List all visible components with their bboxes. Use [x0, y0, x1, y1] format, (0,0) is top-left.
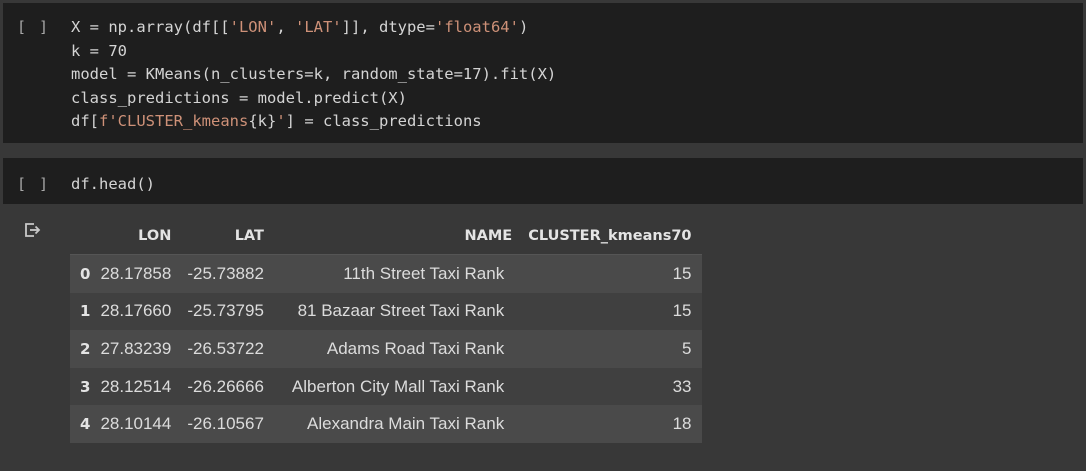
cell-lon: 27.83239 [96, 330, 180, 368]
cell-lat: -26.10567 [179, 405, 272, 443]
column-header-lon: LON [96, 218, 180, 255]
table-header-row: LON LAT NAME CLUSTER_kmeans70 [70, 218, 702, 255]
column-header-name: NAME [271, 218, 521, 255]
table-row: 1 28.17660 -25.73795 81 Bazaar Street Ta… [70, 292, 702, 331]
run-cell-button[interactable]: [ ] [17, 18, 50, 36]
notebook: [ ] X = np.array(df[['LON', 'LAT']], dty… [0, 0, 1086, 471]
cell-name: 81 Bazaar Street Taxi Rank [271, 292, 521, 331]
table-row: 0 28.17858 -25.73882 11th Street Taxi Ra… [70, 254, 702, 293]
column-header-cluster: CLUSTER_kmeans70 [520, 218, 702, 255]
cell-cluster: 18 [520, 405, 702, 443]
cell-name: Adams Road Taxi Rank [271, 330, 521, 368]
code-editor[interactable]: X = np.array(df[['LON', 'LAT']], dtype='… [71, 16, 556, 134]
cell-cluster: 15 [520, 292, 702, 331]
column-header-lat: LAT [179, 218, 272, 255]
cell-cluster: 33 [520, 367, 702, 406]
table-row: 4 28.10144 -26.10567 Alexandra Main Taxi… [70, 405, 702, 443]
row-index: 0 [70, 254, 97, 293]
code-line-4: class_predictions = model.predict(X) [71, 88, 407, 107]
cell-lon: 28.10144 [96, 405, 180, 443]
dataframe-table: LON LAT NAME CLUSTER_kmeans70 0 28.17858… [70, 218, 702, 443]
cell-output: LON LAT NAME CLUSTER_kmeans70 0 28.17858… [0, 206, 1086, 471]
row-index: 4 [70, 405, 97, 443]
code-editor[interactable]: df.head() [71, 173, 155, 197]
cell-lat: -26.53722 [179, 330, 272, 368]
table-row: 2 27.83239 -26.53722 Adams Road Taxi Ran… [70, 330, 702, 368]
output-arrow-icon[interactable] [22, 220, 42, 240]
run-cell-button[interactable]: [ ] [17, 175, 50, 193]
code-line-1: df.head() [71, 175, 155, 193]
code-cell-2[interactable]: [ ] df.head() [3, 158, 1083, 204]
cell-name: Alexandra Main Taxi Rank [271, 405, 521, 443]
column-header-index [70, 218, 97, 255]
cell-lat: -25.73882 [179, 254, 272, 293]
cell-lon: 28.17858 [96, 254, 180, 293]
cell-lon: 28.17660 [96, 292, 180, 331]
code-cell-1[interactable]: [ ] X = np.array(df[['LON', 'LAT']], dty… [3, 3, 1083, 143]
cell-lat: -26.26666 [179, 367, 272, 406]
row-index: 3 [70, 367, 97, 406]
cell-lon: 28.12514 [96, 367, 180, 406]
code-line-1: X = np.array(df[['LON', 'LAT']], dtype='… [71, 18, 529, 36]
cell-name: 11th Street Taxi Rank [271, 254, 521, 293]
row-index: 1 [70, 292, 97, 331]
code-line-3: model = KMeans(n_clusters=k, random_stat… [71, 65, 557, 83]
table-row: 3 28.12514 -26.26666 Alberton City Mall … [70, 367, 702, 406]
cell-lat: -25.73795 [179, 292, 272, 331]
row-index: 2 [70, 330, 97, 368]
code-line-5: df[f'CLUSTER_kmeans{k}'] = class_predict… [71, 112, 482, 130]
cell-name: Alberton City Mall Taxi Rank [271, 367, 521, 406]
cell-cluster: 5 [520, 330, 702, 368]
cell-cluster: 15 [520, 254, 702, 293]
code-line-2: k = 70 [71, 41, 127, 60]
